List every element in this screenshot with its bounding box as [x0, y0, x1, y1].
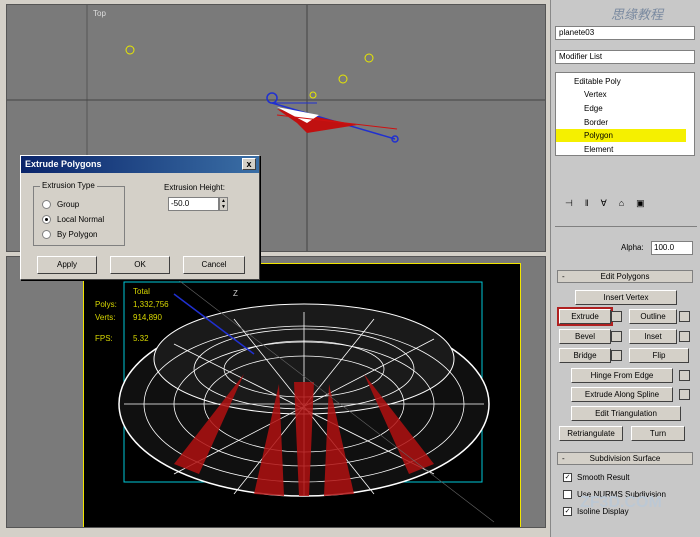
subdivision-surface-title: Subdivision Surface	[589, 454, 661, 463]
command-panel: 思缘教程 planete03 Modifier List Editable Po…	[550, 0, 700, 537]
extrusion-type-label: Extrusion Type	[40, 181, 97, 190]
extrude-button[interactable]: Extrude	[557, 307, 613, 326]
subdivision-surface-rollout[interactable]: - Subdivision Surface	[557, 452, 693, 465]
bridge-button[interactable]: Bridge	[559, 348, 611, 363]
insert-vertex-button[interactable]: Insert Vertex	[575, 290, 677, 305]
radio-by-polygon[interactable]: By Polygon	[42, 230, 97, 239]
outline-button[interactable]: Outline	[629, 309, 677, 324]
inset-button[interactable]: Inset	[629, 329, 677, 344]
collapse-icon: -	[562, 454, 565, 463]
radio-by-polygon-label: By Polygon	[57, 230, 98, 239]
checkbox-icon[interactable]	[563, 490, 572, 499]
turn-button[interactable]: Turn	[631, 426, 685, 441]
extrude-polygons-dialog: Extrude Polygons x Extrusion Type Group …	[20, 155, 260, 280]
stack-item-border[interactable]: Border	[556, 116, 686, 129]
bevel-settings-icon[interactable]	[611, 331, 622, 342]
dialog-titlebar[interactable]: Extrude Polygons x	[21, 156, 259, 173]
bridge-settings-icon[interactable]	[611, 350, 622, 361]
make-unique-icon[interactable]: ∀	[601, 198, 607, 214]
edit-polygons-rollout[interactable]: - Edit Polygons	[557, 270, 693, 283]
retriangulate-button[interactable]: Retriangulate	[559, 426, 623, 441]
stack-item-polygon[interactable]: Polygon	[556, 129, 686, 142]
spinner-arrows-icon[interactable]: ▲ ▼	[219, 197, 228, 211]
stack-item-element[interactable]: Element	[556, 143, 686, 156]
radio-local-normal[interactable]: Local Normal	[42, 215, 104, 224]
remove-modifier-icon[interactable]: ⌂	[619, 198, 624, 214]
extrude-along-spline-button[interactable]: Extrude Along Spline	[571, 387, 673, 402]
smooth-result-label: Smooth Result	[577, 473, 630, 482]
extrusion-height-spinner[interactable]: -50.0 ▲ ▼	[168, 197, 228, 211]
modifier-stack: Editable Poly Vertex Edge Border Polygon…	[555, 72, 695, 156]
check-icon[interactable]: ✓	[563, 473, 572, 482]
ok-button[interactable]: OK	[110, 256, 170, 274]
collapse-icon: -	[562, 272, 565, 281]
axis-z-label: Z	[233, 289, 238, 298]
edit-triangulation-button[interactable]: Edit Triangulation	[571, 406, 681, 421]
extrusion-type-group: Extrusion Type Group Local Normal By Pol…	[33, 181, 125, 246]
object-name-field[interactable]: planete03	[555, 26, 695, 40]
dialog-close-button[interactable]: x	[242, 158, 256, 170]
radio-local-normal-label: Local Normal	[57, 215, 105, 224]
stats-verts-value: 914,890	[133, 313, 162, 322]
perspective-viewport[interactable]: Total Polys: 1,332,756 Verts: 914,890 FPS:…	[6, 256, 546, 528]
cancel-button[interactable]: Cancel	[183, 256, 245, 274]
smooth-result-checkbox[interactable]: ✓ Smooth Result	[563, 473, 629, 482]
configure-sets-icon[interactable]: ▣	[636, 198, 645, 214]
panel-divider	[555, 226, 697, 227]
stack-item-vertex[interactable]: Vertex	[556, 88, 686, 101]
stats-total-label: Total	[133, 287, 150, 296]
stack-item-editable-poly[interactable]: Editable Poly	[556, 75, 686, 88]
hinge-settings-icon[interactable]	[679, 370, 690, 381]
pin-stack-icon[interactable]: ⊣	[565, 198, 573, 214]
radio-group[interactable]: Group	[42, 200, 79, 209]
apply-button[interactable]: Apply	[37, 256, 97, 274]
edit-polygons-title: Edit Polygons	[600, 272, 650, 281]
stats-fps-label: FPS:	[95, 334, 113, 343]
radio-group-label: Group	[57, 200, 80, 209]
bevel-button[interactable]: Bevel	[559, 329, 611, 344]
flip-button[interactable]: Flip	[629, 348, 689, 363]
app-frame: Top Total Polys: 1,332,756 Verts: 914,89…	[0, 0, 700, 537]
extrusion-height-input[interactable]: -50.0	[168, 197, 219, 211]
viewport-stats: Total Polys: 1,332,756 Verts: 914,890 FPS:…	[95, 285, 169, 345]
stack-item-edge[interactable]: Edge	[556, 102, 686, 115]
hinge-from-edge-button[interactable]: Hinge From Edge	[571, 368, 673, 383]
watermark: ZF3D.COM	[580, 494, 662, 511]
viewport-label: Top	[93, 9, 106, 18]
site-logo: 思缘教程	[611, 8, 664, 23]
dialog-title: Extrude Polygons	[25, 159, 102, 169]
check-icon[interactable]: ✓	[563, 507, 572, 516]
alpha-label: Alpha:	[621, 243, 644, 252]
stats-verts-label: Verts:	[95, 313, 116, 322]
stats-polys-label: Polys:	[95, 300, 117, 309]
radio-group-dot[interactable]	[42, 200, 51, 209]
stack-toolbar: ⊣ ‖ ∀ ⌂ ▣	[555, 198, 695, 214]
extrusion-height-label: Extrusion Height:	[164, 183, 225, 192]
extrude-settings-icon[interactable]	[611, 311, 622, 322]
radio-by-polygon-dot[interactable]	[42, 230, 51, 239]
show-end-result-icon[interactable]: ‖	[585, 198, 589, 214]
stats-fps-value: 5.32	[133, 334, 149, 343]
stats-polys-value: 1,332,756	[133, 300, 169, 309]
inset-settings-icon[interactable]	[679, 331, 690, 342]
outline-settings-icon[interactable]	[679, 311, 690, 322]
extrude-spline-settings-icon[interactable]	[679, 389, 690, 400]
alpha-input[interactable]: 100.0	[651, 241, 693, 255]
radio-local-normal-dot[interactable]	[42, 215, 51, 224]
modifier-list-dropdown[interactable]: Modifier List	[555, 50, 695, 64]
